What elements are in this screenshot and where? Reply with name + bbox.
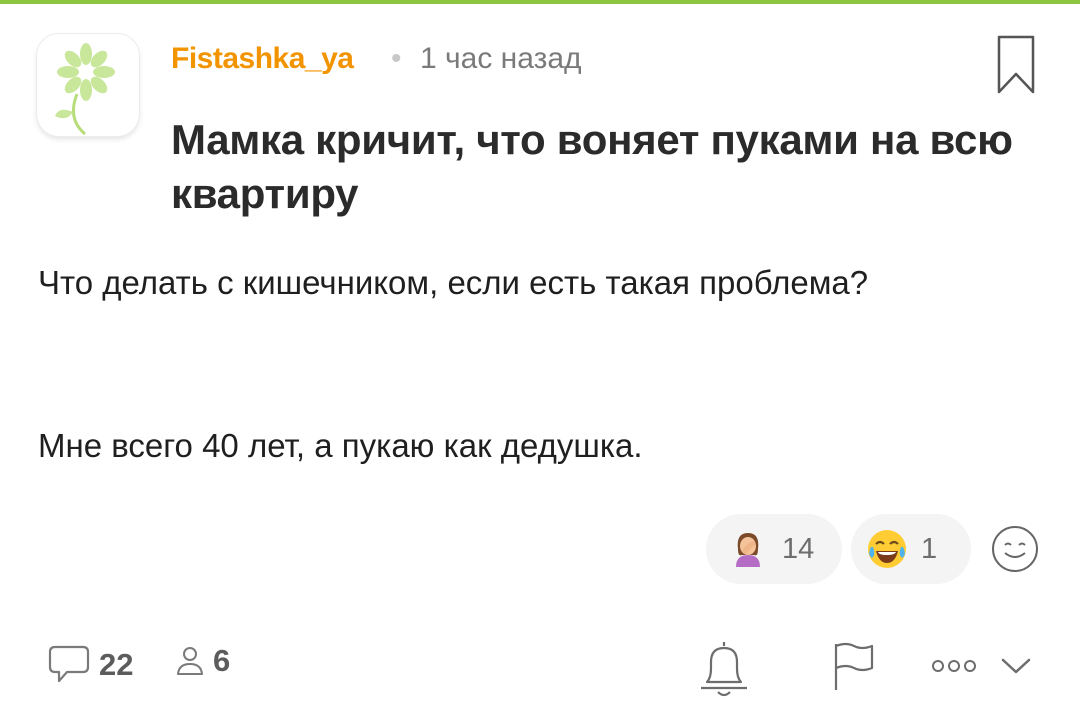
post-card: Fistashka_ya • 1 час назад Мамка кричит,… — [0, 0, 1080, 715]
reaction-count: 14 — [782, 532, 815, 565]
tears-of-joy-icon — [868, 530, 906, 568]
participants-count: 6 — [213, 643, 231, 678]
comments-count: 22 — [99, 647, 134, 682]
comments-button[interactable]: 22 — [47, 643, 133, 687]
chevron-down-icon[interactable] — [1000, 656, 1032, 681]
comment-icon — [48, 645, 90, 683]
post-time: 1 час назад — [420, 42, 582, 75]
reaction-laugh[interactable]: 1 — [851, 514, 971, 584]
bookmark-icon[interactable] — [996, 34, 1036, 101]
post-paragraph: Мне всего 40 лет, а пукаю как дедушка. — [38, 427, 643, 464]
post-paragraph: Что делать с кишечником, если есть такая… — [38, 264, 869, 301]
meta-separator: • — [391, 42, 402, 75]
avatar[interactable] — [37, 34, 139, 136]
reaction-facepalm[interactable]: 14 — [706, 514, 842, 584]
post-title[interactable]: Мамка кричит, что воняет пуками на всю к… — [171, 113, 1051, 221]
participants-button[interactable]: 6 — [175, 643, 230, 679]
user-icon — [177, 647, 203, 675]
flag-icon[interactable] — [832, 640, 876, 697]
add-reaction-icon[interactable] — [990, 524, 1040, 579]
reaction-count: 1 — [921, 532, 938, 565]
more-options-icon[interactable] — [930, 656, 978, 681]
facepalm-woman-icon — [736, 533, 760, 567]
top-accent-line — [0, 0, 1080, 4]
author-name[interactable]: Fistashka_ya — [171, 42, 354, 76]
bell-icon[interactable] — [697, 638, 751, 705]
flower-avatar-icon — [55, 43, 115, 136]
